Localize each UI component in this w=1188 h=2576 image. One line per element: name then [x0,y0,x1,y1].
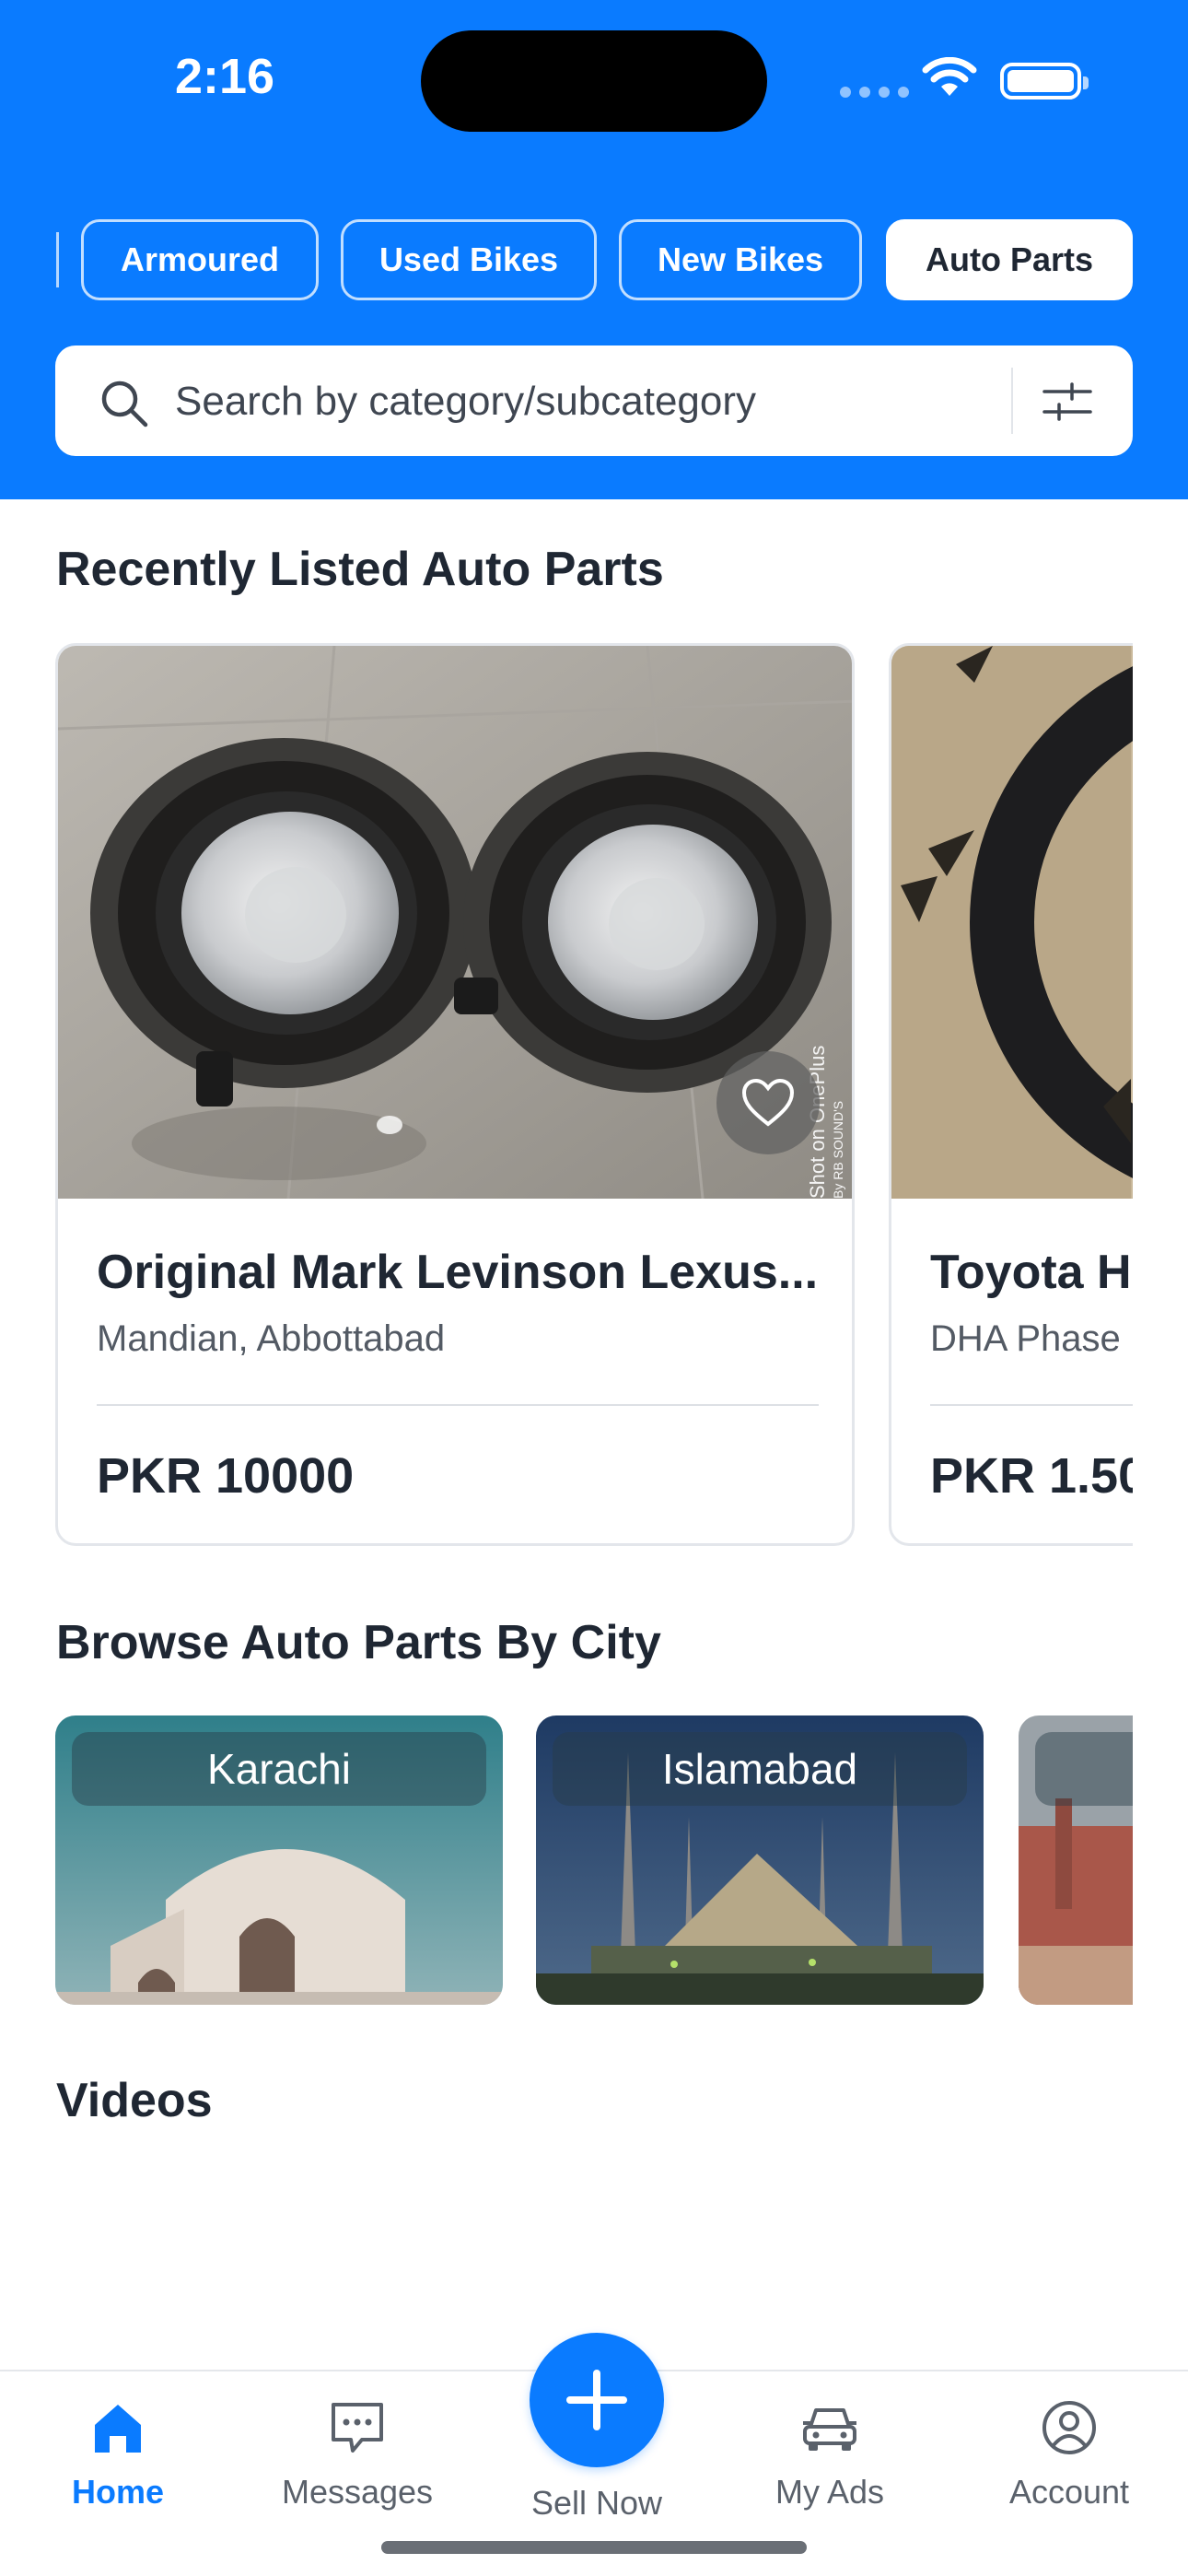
listing-price: PKR 10000 [97,1448,355,1504]
car-icon [803,2408,856,2451]
recent-listings-carousel[interactable]: Shot on OnePlus By RB SOUND'S Original M… [55,643,1133,1551]
nav-account[interactable]: Account [968,2399,1171,2512]
card-divider [930,1404,1133,1406]
listing-price: PKR 1.50 [930,1448,1133,1504]
wifi-icon [922,57,977,96]
listing-card[interactable]: Toyota Hi DHA Phase PKR 1.50 [889,643,1133,1546]
cellular-signal-icon [840,87,909,98]
chip-armoured[interactable]: Armoured [81,219,319,300]
card-divider [97,1404,819,1406]
listing-title: Toyota Hi [930,1246,1133,1299]
nav-home[interactable]: Home [17,2399,219,2512]
dynamic-island [421,30,767,132]
chip-new-bikes[interactable]: New Bikes [619,219,862,300]
city-card-lahore[interactable] [1019,1715,1133,2005]
nav-messages-label: Messages [281,2473,434,2511]
cities-section-title: Browse Auto Parts By City [56,1616,661,1669]
nav-home-label: Home [71,2473,165,2511]
city-card-islamabad[interactable]: Islamabad [536,1715,984,2005]
category-chip-bar[interactable]: Armoured Used Bikes New Bikes Auto Parts [0,217,1188,302]
search-divider [1011,368,1013,434]
city-name: Karachi [72,1732,486,1806]
home-icon [95,2405,141,2453]
nav-account-label: Account [1008,2473,1130,2511]
city-name: Islamabad [553,1732,967,1806]
nav-my-ads[interactable]: My Ads [728,2399,931,2512]
chip-auto-parts[interactable]: Auto Parts [886,219,1133,300]
app-header: 2:16 Armoured Used Bikes New Bikes Auto … [0,0,1188,499]
listing-location: Mandian, Abbottabad [97,1318,446,1359]
videos-section-title: Videos [56,2074,213,2127]
listing-location: DHA Phase [930,1318,1121,1359]
city-card-karachi[interactable]: Karachi [55,1715,503,2005]
nav-messages[interactable]: Messages [256,2399,459,2512]
chat-icon [332,2403,383,2453]
battery-icon [1000,63,1089,100]
sell-now-button[interactable] [530,2333,664,2467]
search-input[interactable]: Search by category/subcategory [175,379,756,425]
user-circle-icon [1042,2401,1096,2454]
recent-section-title: Recently Listed Auto Parts [56,543,664,596]
listing-card[interactable]: Shot on OnePlus By RB SOUND'S Original M… [55,643,855,1546]
city-carousel[interactable]: Karachi Islamabad [55,1715,1133,2005]
nav-my-ads-label: My Ads [775,2473,885,2511]
listing-title: Original Mark Levinson Lexus... [97,1246,819,1299]
photo-watermark-sub: By RB SOUND'S [831,1101,845,1199]
plus-icon [566,2370,627,2430]
home-indicator [381,2541,807,2554]
chip-used-bikes[interactable]: Used Bikes [341,219,597,300]
status-time: 2:16 [175,49,275,104]
chip-scroll-edge [52,232,59,287]
favorite-button[interactable] [716,1051,820,1154]
city-name [1035,1732,1133,1806]
sliders-icon[interactable] [1041,381,1094,423]
sell-now-label: Sell Now [530,2484,663,2522]
search-icon [101,381,148,427]
heart-icon [741,1078,795,1127]
search-bar[interactable]: Search by category/subcategory [55,345,1133,456]
listing-photo [891,646,1133,1199]
